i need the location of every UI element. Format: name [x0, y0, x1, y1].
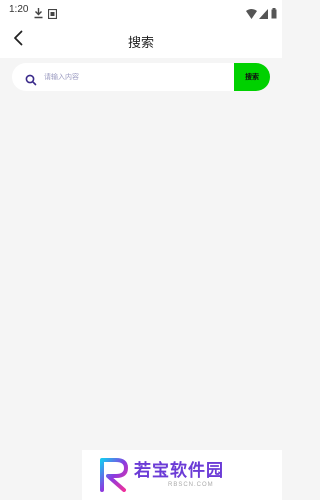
watermark-name: 若宝软件园	[134, 461, 224, 481]
status-bar: 1:20	[0, 0, 282, 22]
notification-icon	[47, 4, 58, 23]
download-icon	[34, 4, 43, 23]
search-input[interactable]	[44, 67, 229, 87]
content-area: 搜索	[0, 58, 282, 500]
watermark: 若宝软件园 RBSCN.COM	[82, 450, 282, 500]
search-button[interactable]: 搜索	[234, 63, 270, 91]
wifi-icon	[246, 4, 257, 23]
status-time: 1:20	[9, 4, 29, 15]
search-bar: 搜索	[12, 63, 270, 91]
watermark-logo	[98, 456, 132, 492]
nav-bar: 搜索	[0, 22, 282, 58]
battery-icon	[271, 4, 277, 23]
search-icon	[25, 71, 37, 86]
watermark-url: RBSCN.COM	[168, 482, 214, 488]
page-title: 搜索	[127, 36, 154, 51]
signal-icon	[259, 4, 268, 23]
